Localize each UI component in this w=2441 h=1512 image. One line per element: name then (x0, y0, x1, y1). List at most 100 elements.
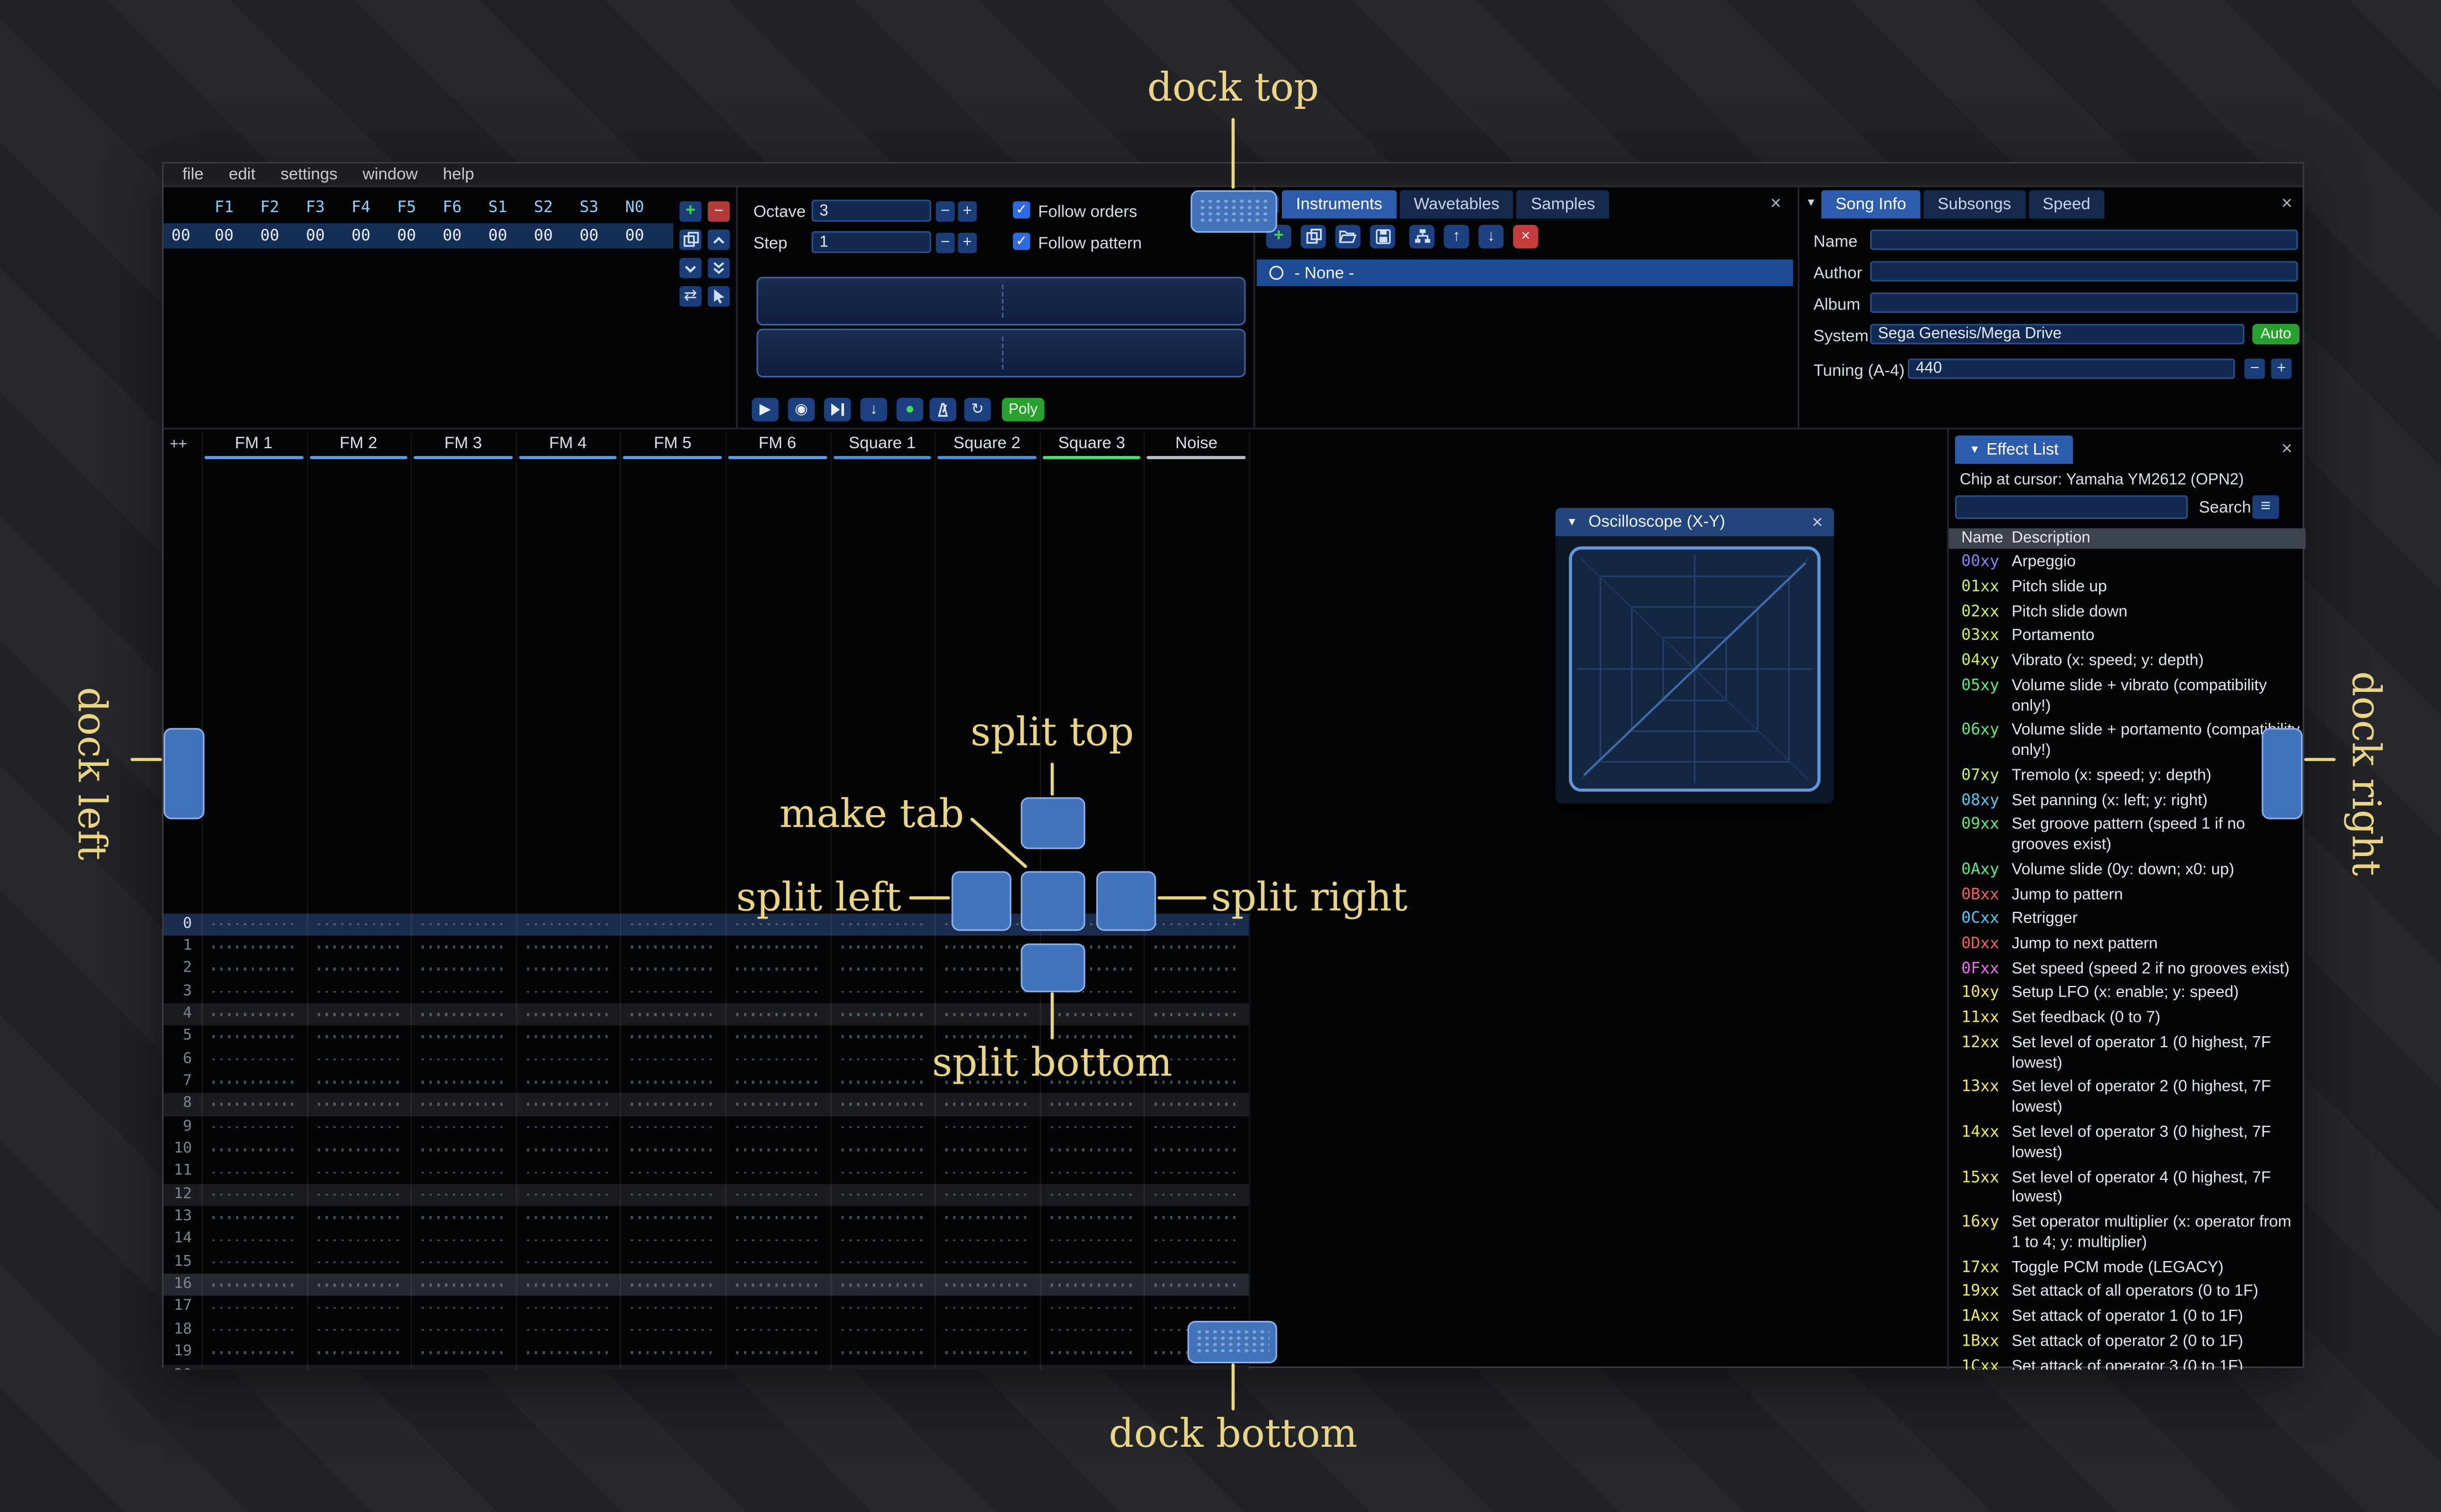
pattern-cell[interactable] (620, 1071, 725, 1094)
pattern-row-11[interactable]: 11 (164, 1161, 1249, 1184)
effect-row-11xx[interactable]: 11xx Set feedback (0 to 7) (1948, 1007, 2302, 1032)
pattern-cell[interactable] (306, 1003, 411, 1026)
menu-item-window[interactable]: window (350, 165, 430, 184)
pattern-cell[interactable] (935, 1003, 1039, 1026)
pattern-cell[interactable] (620, 1342, 725, 1364)
pattern-cell[interactable] (830, 1116, 934, 1138)
pattern-cell[interactable] (725, 1116, 830, 1138)
pattern-cell[interactable] (725, 1093, 830, 1116)
effect-row-13xx[interactable]: 13xx Set level of operator 2 (0 highest, … (1948, 1077, 2302, 1122)
pattern-cell[interactable] (1144, 1251, 1249, 1274)
pattern-cell[interactable] (1144, 936, 1249, 958)
pattern-cell[interactable] (830, 958, 934, 980)
dock-left-target[interactable] (163, 728, 205, 820)
pattern-cell[interactable] (516, 1229, 620, 1251)
pattern-cell[interactable] (620, 1026, 725, 1048)
pattern-row-16[interactable]: 16 (163, 1274, 1249, 1296)
effect-row-15xx[interactable]: 15xx Set level of operator 4 (0 highest, … (1948, 1167, 2302, 1212)
pattern-cell[interactable] (1039, 1206, 1144, 1229)
pattern-cell[interactable] (725, 1319, 830, 1342)
pattern-cell[interactable] (411, 1319, 515, 1342)
pattern-cell[interactable] (201, 1206, 306, 1229)
effect-row-1cxx[interactable]: 1Cxx Set attack of operator 3 (0 to 1F) (1948, 1356, 2302, 1369)
orders-value-s3[interactable]: 00 (566, 227, 612, 244)
order-duplicate-button[interactable] (679, 229, 702, 250)
pattern-cell[interactable] (1144, 980, 1249, 1003)
effect-row-10xy[interactable]: 10xy Setup LFO (x: enable; y: speed) (1948, 983, 2302, 1007)
dock-bottom-target[interactable] (1187, 1321, 1277, 1363)
pattern-cell[interactable] (306, 1026, 411, 1048)
pattern-row-12[interactable]: 12 (163, 1183, 1249, 1206)
pattern-cell[interactable] (516, 1274, 620, 1296)
step-row-button[interactable]: ↓ (860, 397, 887, 422)
pattern-row-9[interactable]: 9 (164, 1116, 1249, 1138)
pattern-cell[interactable] (306, 958, 411, 980)
close-icon[interactable]: × (2277, 193, 2296, 212)
instrument-duplicate-button[interactable] (1301, 224, 1326, 249)
pattern-cell[interactable] (830, 1161, 934, 1184)
pattern-cell[interactable] (620, 1364, 725, 1369)
effect-row-06xy[interactable]: 06xy Volume slide + portamento (compatibi… (1948, 720, 2302, 765)
tab-speed[interactable]: Speed (2028, 190, 2105, 219)
pattern-cell[interactable] (306, 1251, 411, 1274)
pattern-cell[interactable] (411, 1093, 515, 1116)
pattern-cell[interactable] (620, 1093, 725, 1116)
octave-input[interactable] (811, 200, 931, 222)
pattern-row-13[interactable]: 13 (164, 1206, 1249, 1229)
pattern-cell[interactable] (830, 936, 934, 958)
pattern-row-14[interactable]: 14 (164, 1229, 1249, 1251)
pattern-cell[interactable] (1039, 1184, 1144, 1206)
record-button[interactable]: ● (896, 397, 924, 422)
channel-header-fm-5[interactable]: FM 5 (620, 432, 725, 460)
pattern-cell[interactable] (411, 1206, 515, 1229)
pattern-cell[interactable] (1144, 1296, 1249, 1319)
pattern-cell[interactable] (725, 1229, 830, 1251)
pattern-cell[interactable] (1039, 1161, 1144, 1184)
pattern-cell[interactable] (201, 1161, 306, 1184)
tuning-minus-button[interactable]: − (2244, 358, 2265, 379)
order-move-down-button[interactable] (679, 258, 702, 279)
dock-top-target[interactable] (1190, 190, 1277, 233)
pattern-cell[interactable] (1039, 1251, 1144, 1274)
collapse-icon[interactable]: ▼ (1806, 198, 1817, 209)
orders-value-f1[interactable]: 00 (201, 227, 247, 244)
pattern-cell[interactable] (201, 1251, 306, 1274)
pattern-cell[interactable] (201, 1003, 306, 1026)
pattern-cell[interactable] (935, 1319, 1039, 1342)
effect-row-1axx[interactable]: 1Axx Set attack of operator 1 (0 to 1F) (1948, 1306, 2302, 1331)
order-remove-button[interactable]: − (708, 201, 730, 222)
oscilloscope-titlebar[interactable]: ▼ Oscilloscope (X-Y) × (1555, 508, 1834, 537)
pattern-corner[interactable]: ++ (170, 437, 187, 453)
follow-pattern-checkbox[interactable]: ✓ (1013, 233, 1030, 250)
effect-row-0bxx[interactable]: 0Bxx Jump to pattern (1948, 884, 2302, 909)
pattern-cell[interactable] (725, 1251, 830, 1274)
orders-value-s2[interactable]: 00 (521, 227, 567, 244)
pattern-cell[interactable] (306, 1342, 411, 1364)
pattern-cell[interactable] (935, 1296, 1039, 1319)
pattern-cell[interactable] (516, 936, 620, 958)
pattern-row-2[interactable]: 2 (164, 958, 1249, 980)
orders-value-f2[interactable]: 00 (247, 227, 293, 244)
pattern-cell[interactable] (620, 1003, 725, 1026)
pattern-cell[interactable] (306, 1184, 411, 1206)
pattern-cell[interactable] (830, 1093, 934, 1116)
pattern-cell[interactable] (1039, 1274, 1144, 1296)
orders-value-s1[interactable]: 00 (475, 227, 521, 244)
effect-row-0dxx[interactable]: 0Dxx Jump to next pattern (1948, 933, 2302, 958)
pattern-cell[interactable] (620, 980, 725, 1003)
pattern-cell[interactable] (725, 1048, 830, 1071)
pattern-cell[interactable] (1039, 1003, 1144, 1026)
pattern-cell[interactable] (201, 1071, 306, 1094)
close-icon[interactable]: × (1766, 193, 1785, 212)
octave-minus-button[interactable]: − (936, 201, 955, 222)
pattern-cell[interactable] (201, 1093, 306, 1116)
pattern-cell[interactable] (306, 1161, 411, 1184)
pattern-cell[interactable] (411, 958, 515, 980)
pattern-cell[interactable] (725, 1071, 830, 1094)
instrument-open-button[interactable] (1335, 224, 1361, 249)
menu-item-help[interactable]: help (430, 165, 486, 184)
pattern-cell[interactable] (1039, 1229, 1144, 1251)
pattern-cell[interactable] (1039, 1342, 1144, 1364)
pattern-cell[interactable] (830, 1342, 934, 1364)
pattern-row-4[interactable]: 4 (163, 1003, 1249, 1026)
